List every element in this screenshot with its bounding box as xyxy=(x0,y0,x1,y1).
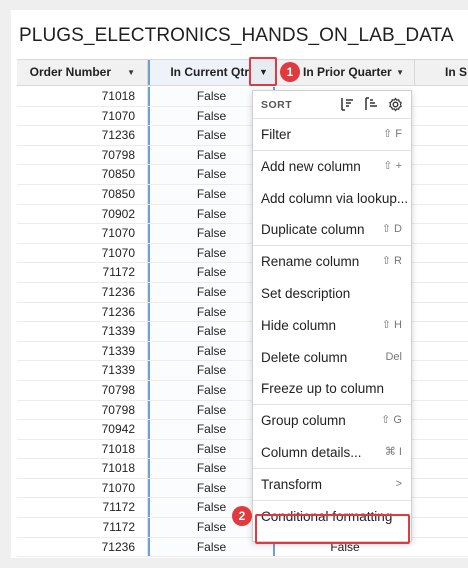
menu-item-shortcut: Del xyxy=(385,350,402,363)
cell-order-number[interactable]: 71172 xyxy=(17,498,148,518)
menu-item-delete-column[interactable]: Delete column Del xyxy=(253,342,411,374)
menu-item-column-details[interactable]: Column details... ⌘ I xyxy=(253,437,411,469)
column-header-label: In Current Qtr xyxy=(170,65,249,79)
cell-order-number[interactable]: 71018 xyxy=(17,87,148,106)
column-header-order-number[interactable]: Order Number ▼ xyxy=(17,60,148,85)
table-title: PLUGS_ELECTRONICS_HANDS_ON_LAB_DATA xyxy=(19,25,454,46)
menu-item-add-column-via-lookup[interactable]: Add column via lookup... xyxy=(253,183,411,215)
column-context-menu: SORT Filter ⇧ F Add new column ⇧ + Add colum… xyxy=(252,90,412,544)
column-menu-button[interactable]: ▼ xyxy=(249,57,277,86)
menu-item-group-column[interactable]: Group column ⇧ G xyxy=(253,405,411,437)
menu-item-transform[interactable]: Transform > xyxy=(253,469,411,501)
callout-badge-2: 2 xyxy=(232,506,252,526)
cell-order-number[interactable]: 70942 xyxy=(17,420,148,439)
chevron-down-icon: ▼ xyxy=(259,67,268,77)
cell-order-number[interactable]: 71236 xyxy=(17,302,148,322)
menu-item-shortcut: ⇧ D xyxy=(381,223,402,236)
cell-order-number[interactable]: 71172 xyxy=(17,518,148,537)
menu-item-shortcut: ⇧ F xyxy=(383,128,402,140)
chevron-down-icon[interactable]: ▼ xyxy=(127,60,135,85)
menu-item-label: Duplicate column xyxy=(261,222,365,238)
menu-item-label: Freeze up to column xyxy=(261,381,385,397)
menu-item-shortcut: ⌘ I xyxy=(384,445,402,458)
sort-label: SORT xyxy=(261,99,293,111)
menu-item-duplicate-column[interactable]: Duplicate column ⇧ D xyxy=(253,214,411,247)
menu-items: Filter ⇧ F Add new column ⇧ + Add column via… xyxy=(253,119,411,532)
cell-order-number[interactable]: 71070 xyxy=(17,478,148,498)
menu-item-filter[interactable]: Filter ⇧ F xyxy=(253,119,411,151)
menu-item-label: Group column xyxy=(261,413,346,429)
menu-item-label: Filter xyxy=(261,127,291,142)
column-header-label: In S xyxy=(445,65,468,79)
menu-item-shortcut: ⇧ H xyxy=(381,318,402,331)
table-header: Order Number ▼ In Current Qtr In Prior Q… xyxy=(17,59,468,86)
cell-order-number[interactable]: 71236 xyxy=(17,126,148,145)
cell-order-number[interactable]: 70902 xyxy=(17,204,148,224)
conditional-formatting-highlight xyxy=(255,514,410,544)
menu-item-label: Add column via lookup... xyxy=(261,190,409,206)
sort-section: SORT xyxy=(253,91,411,119)
menu-item-label: Column details... xyxy=(261,444,362,460)
cell-order-number[interactable]: 71339 xyxy=(17,361,148,380)
menu-item-add-new-column[interactable]: Add new column ⇧ + xyxy=(253,151,411,183)
cell-order-number[interactable]: 71236 xyxy=(17,282,148,302)
sort-descending-icon[interactable] xyxy=(363,97,379,113)
column-header-label: In Prior Quarter xyxy=(303,65,392,79)
menu-item-shortcut: ⇧ R xyxy=(381,255,402,268)
menu-item-label: Add new column xyxy=(261,158,361,174)
menu-item-shortcut: > xyxy=(395,477,402,490)
menu-item-label: Hide column xyxy=(261,317,337,333)
menu-item-label: Rename column xyxy=(261,254,360,270)
menu-item-set-description[interactable]: Set description xyxy=(253,278,411,310)
cell-order-number[interactable]: 70798 xyxy=(17,380,148,400)
menu-item-label: Delete column xyxy=(261,349,348,365)
menu-item-hide-column[interactable]: Hide column ⇧ H xyxy=(253,310,411,342)
column-header-label: Order Number xyxy=(29,65,111,79)
workbook-frame: PLUGS_ELECTRONICS_HANDS_ON_LAB_DATA Orde… xyxy=(11,10,468,558)
cell-order-number[interactable]: 70850 xyxy=(17,184,148,204)
menu-item-freeze-up-to-column[interactable]: Freeze up to column xyxy=(253,373,411,406)
menu-item-shortcut: ⇧ G xyxy=(381,414,402,427)
sort-settings-icon[interactable] xyxy=(387,97,403,113)
cell-order-number[interactable]: 71018 xyxy=(17,439,148,459)
column-header-in-s[interactable]: In S xyxy=(415,60,468,85)
menu-item-label: Transform xyxy=(261,476,323,492)
cell-order-number[interactable]: 71236 xyxy=(17,537,148,557)
callout-badge-1: 1 xyxy=(280,62,300,82)
menu-item-rename-column[interactable]: Rename column ⇧ R xyxy=(253,246,411,278)
sort-ascending-icon[interactable] xyxy=(339,97,355,113)
cell-order-number[interactable]: 70798 xyxy=(17,145,148,165)
chevron-down-icon[interactable]: ▼ xyxy=(396,60,404,85)
cell-order-number[interactable]: 70850 xyxy=(17,165,148,184)
menu-item-label: Set description xyxy=(261,285,351,301)
menu-item-shortcut: ⇧ + xyxy=(383,159,402,172)
cell-order-number[interactable]: 71339 xyxy=(17,322,148,341)
cell-order-number[interactable]: 70798 xyxy=(17,400,148,420)
cell-order-number[interactable]: 71070 xyxy=(17,224,148,243)
cell-order-number[interactable]: 71018 xyxy=(17,459,148,478)
cell-order-number[interactable]: 71070 xyxy=(17,106,148,126)
cell-order-number[interactable]: 71070 xyxy=(17,243,148,263)
cell-order-number[interactable]: 71339 xyxy=(17,341,148,361)
cell-order-number[interactable]: 71172 xyxy=(17,263,148,282)
